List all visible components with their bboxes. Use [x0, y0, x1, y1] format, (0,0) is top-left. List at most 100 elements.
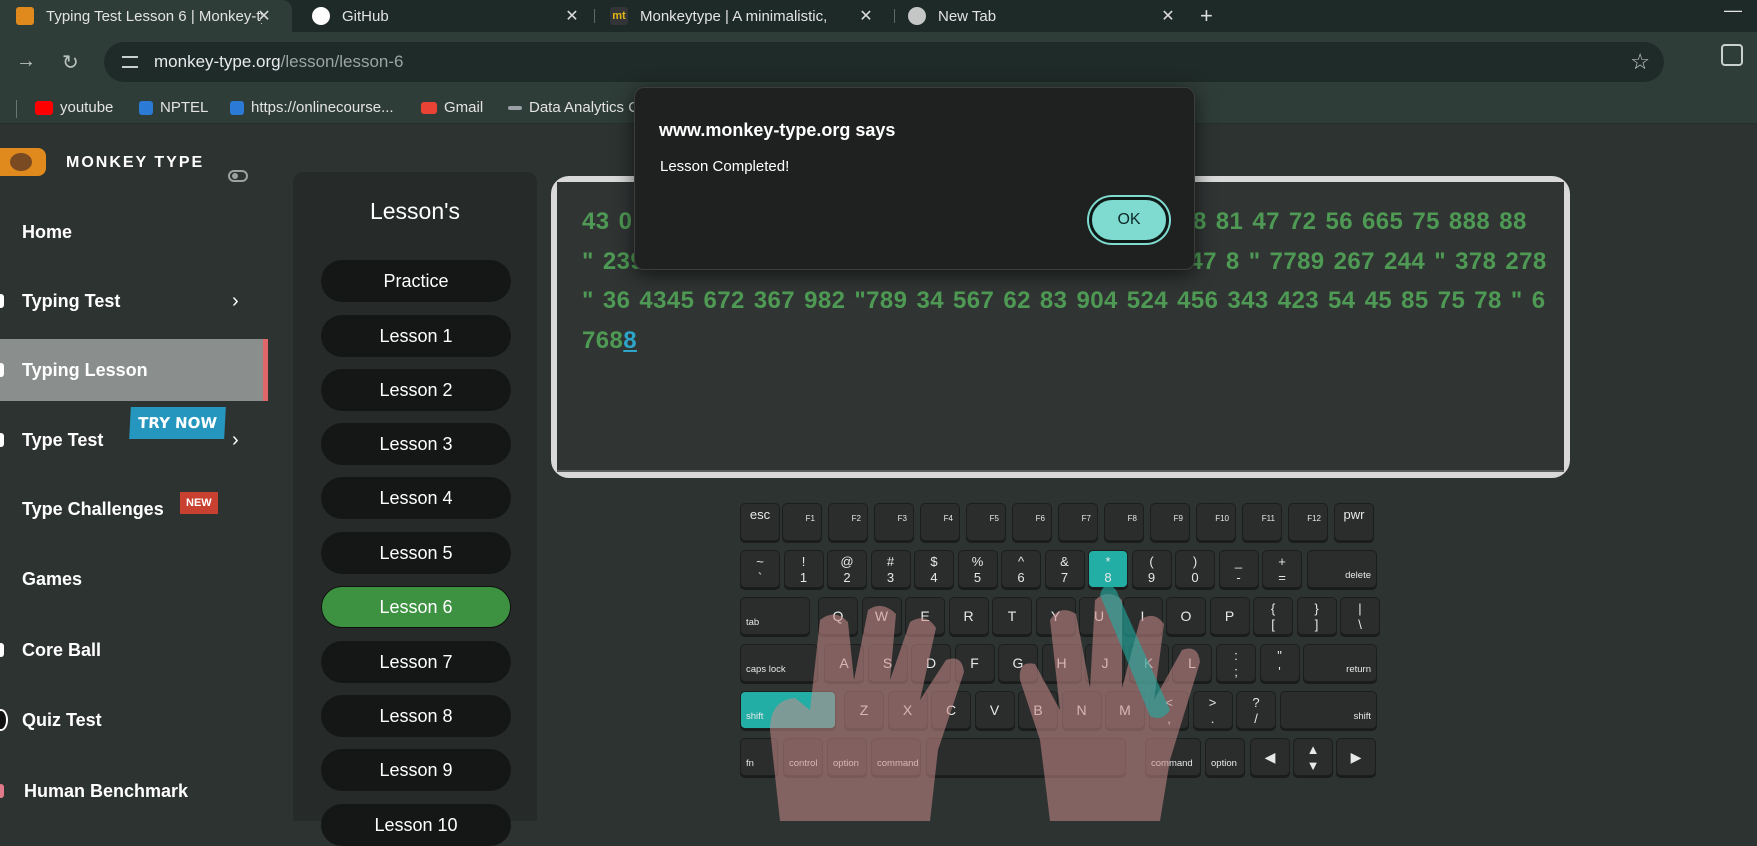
lesson-6-button[interactable]: Lesson 6 — [321, 586, 511, 628]
key-row1-4[interactable]: $4 — [914, 550, 954, 588]
bookmark-data-analytics[interactable]: Data Analytics C — [508, 99, 639, 116]
tab-typing-test-lesson[interactable]: Typing Test Lesson 6 | Monkey-type ✕ — [0, 0, 292, 32]
bookmark-onlinecourses[interactable]: https://onlinecourse... — [230, 99, 394, 116]
bookmark-youtube[interactable]: youtube — [35, 99, 113, 116]
lesson-8-button[interactable]: Lesson 8 — [321, 695, 511, 737]
key-row1-7[interactable]: & 7 — [1044, 550, 1085, 588]
key-tab[interactable]: tab — [740, 597, 810, 635]
brand-name[interactable]: MONKEY TYPE — [66, 154, 204, 172]
monkey-logo-icon[interactable] — [0, 148, 46, 176]
theme-toggle-icon[interactable] — [228, 170, 248, 182]
key-f11[interactable]: F11 — [1242, 503, 1282, 541]
key-command-right[interactable]: command — [1145, 738, 1201, 776]
key-f3[interactable]: F3 — [874, 503, 914, 541]
key-left[interactable]: ◀ — [1250, 738, 1290, 776]
tab-github[interactable]: GitHub ✕ — [312, 0, 582, 32]
key-j[interactable]: J — [1085, 644, 1125, 682]
key-fn[interactable]: fn — [740, 738, 778, 776]
key-bracket-1[interactable]: }] — [1296, 597, 1337, 635]
key-right[interactable]: ▶ — [1336, 738, 1376, 776]
key-n[interactable]: N — [1061, 691, 1102, 729]
lesson-5-button[interactable]: Lesson 5 — [321, 532, 511, 574]
sidebar-item-quiz-test[interactable]: Quiz Test — [0, 689, 268, 751]
key-w[interactable]: W — [861, 597, 902, 635]
sidebar-item-type-challenges[interactable]: Type Challenges NEW — [0, 478, 268, 540]
key-q[interactable]: Q — [818, 597, 858, 635]
key-v[interactable]: V — [974, 691, 1015, 729]
key-f8[interactable]: F8 — [1104, 503, 1144, 541]
lesson-9-button[interactable]: Lesson 9 — [321, 749, 511, 791]
tab-monkeytype[interactable]: mt Monkeytype | A minimalistic, cu ✕ — [610, 0, 878, 32]
key-x[interactable]: X — [887, 691, 928, 729]
extensions-icon[interactable] — [1721, 44, 1743, 66]
close-tab-icon[interactable]: ✕ — [562, 6, 582, 26]
key-f12[interactable]: F12 — [1288, 503, 1328, 541]
key-row1-1[interactable]: ! 1 — [783, 550, 824, 588]
sidebar-item-type-test[interactable]: Type Test TRY NOW › — [0, 407, 268, 471]
key-row1-10[interactable]: ) 0 — [1175, 550, 1215, 588]
key-delete[interactable]: delete — [1307, 550, 1377, 588]
ok-button[interactable]: OK — [1089, 197, 1169, 243]
key-c[interactable]: C — [931, 691, 971, 729]
key-e[interactable]: E — [905, 597, 945, 635]
key-d[interactable]: D — [911, 644, 951, 682]
site-info-icon[interactable] — [122, 56, 138, 68]
close-tab-icon[interactable]: ✕ — [1158, 6, 1178, 26]
key-command-left[interactable]: command — [871, 738, 921, 776]
sidebar-item-core-ball[interactable]: Core Ball — [0, 619, 268, 681]
tab-new-tab[interactable]: New Tab ✕ — [908, 0, 1178, 32]
close-tab-icon[interactable]: ✕ — [254, 6, 274, 26]
key-punct-r4-1[interactable]: >. — [1192, 691, 1233, 729]
key-punct-r4-2[interactable]: ? / — [1236, 691, 1276, 729]
key-g[interactable]: G — [998, 644, 1038, 682]
key-punct-r4-0[interactable]: <, — [1149, 691, 1189, 729]
sidebar-item-home[interactable]: Home — [0, 201, 268, 263]
reload-icon[interactable]: ↻ — [62, 50, 79, 75]
sidebar-item-typing-lesson[interactable]: Typing Lesson — [0, 339, 268, 401]
key-f4[interactable]: F4 — [920, 503, 960, 541]
key-s[interactable]: S — [867, 644, 908, 682]
key-option-left[interactable]: option — [827, 738, 867, 776]
lesson-3-button[interactable]: Lesson 3 — [321, 423, 511, 465]
new-tab-button[interactable]: + — [1200, 3, 1213, 29]
key-row1-6[interactable]: ^ 6 — [1001, 550, 1041, 588]
key-l[interactable]: L — [1172, 644, 1212, 682]
key-o[interactable]: O — [1166, 597, 1206, 635]
key-z[interactable]: Z — [844, 691, 884, 729]
lesson-4-button[interactable]: Lesson 4 — [321, 477, 511, 519]
key-shift-right[interactable]: shift — [1280, 691, 1377, 729]
key-row1-0[interactable]: ~ ` — [740, 550, 780, 588]
bookmark-gmail[interactable]: Gmail — [421, 99, 483, 116]
key-option-right[interactable]: option — [1205, 738, 1245, 776]
lesson-1-button[interactable]: Lesson 1 — [321, 315, 511, 357]
key-row1-5[interactable]: % 5 — [957, 550, 998, 588]
forward-icon[interactable]: → — [16, 50, 36, 73]
key-a[interactable]: A — [824, 644, 864, 682]
key-row1-3[interactable]: #3 — [870, 550, 911, 588]
key-y[interactable]: Y — [1035, 597, 1076, 635]
sidebar-item-human-benchmark[interactable]: Human Benchmark — [0, 760, 268, 822]
lesson-2-button[interactable]: Lesson 2 — [321, 369, 511, 411]
key-return[interactable]: return — [1303, 644, 1377, 682]
key-punct-1[interactable]: " ' — [1259, 644, 1300, 682]
sidebar-item-games[interactable]: Games — [0, 548, 268, 610]
key-row1-2[interactable]: @2 — [827, 550, 867, 588]
minimize-button[interactable]: — — [1724, 0, 1742, 21]
key-f7[interactable]: F7 — [1058, 503, 1098, 541]
key-row1-8[interactable]: * 8 — [1088, 550, 1128, 588]
key-f[interactable]: F — [954, 644, 995, 682]
key-bracket-0[interactable]: {[ — [1253, 597, 1293, 635]
key-p[interactable]: P — [1209, 597, 1250, 635]
key-h[interactable]: H — [1041, 644, 1082, 682]
key-punct-0[interactable]: :; — [1216, 644, 1256, 682]
close-tab-icon[interactable]: ✕ — [856, 6, 876, 26]
sidebar-item-typing-test[interactable]: Typing Test › — [0, 270, 268, 332]
key-shift-left[interactable]: shift — [740, 691, 836, 729]
bookmark-nptel[interactable]: NPTEL — [139, 99, 208, 116]
key-t[interactable]: T — [992, 597, 1032, 635]
key-caps-lock[interactable]: caps lock — [740, 644, 818, 682]
key-f5[interactable]: F5 — [966, 503, 1006, 541]
key-b[interactable]: B — [1018, 691, 1058, 729]
key-bracket-2[interactable]: | \ — [1340, 597, 1380, 635]
key-f1[interactable]: F1 — [782, 503, 822, 541]
